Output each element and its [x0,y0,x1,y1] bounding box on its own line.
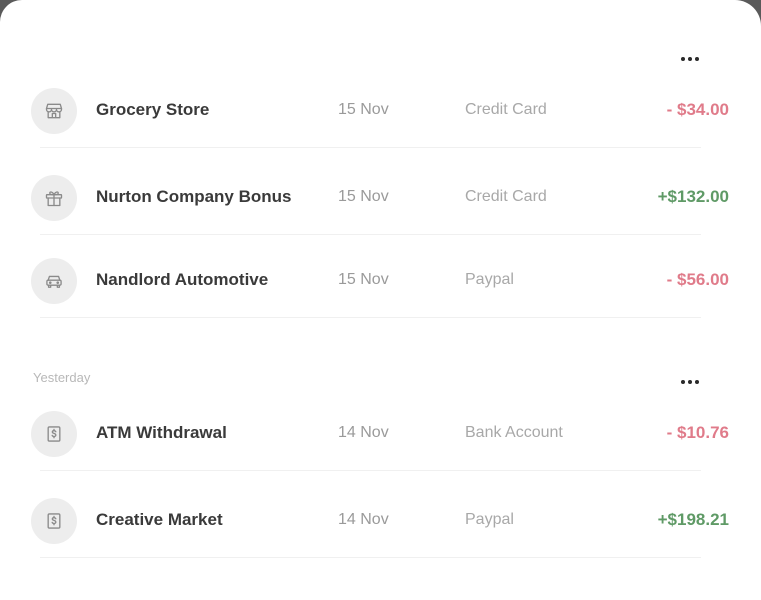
section-label-yesterday: Yesterday [33,370,91,385]
transaction-date: 15 Nov [338,101,389,118]
gift-icon [31,175,77,221]
group-today-more-menu[interactable] [679,53,701,65]
transactions-card: Grocery Store 15 Nov Credit Card - $34.0… [0,0,761,600]
more-dot-icon [688,57,692,61]
transaction-date: 15 Nov [338,271,389,288]
row-divider [40,234,701,235]
transaction-amount: - $10.76 [666,423,729,442]
more-dot-icon [695,380,699,384]
dollar-bill-icon [31,498,77,544]
transaction-name: Nurton Company Bonus [96,187,292,206]
group-yesterday-more-menu[interactable] [679,376,701,388]
more-dot-icon [681,380,685,384]
more-dot-icon [688,380,692,384]
transaction-date: 15 Nov [338,188,389,205]
transaction-date: 14 Nov [338,511,389,528]
transaction-amount: +$132.00 [657,187,729,206]
transaction-row-grocery-store[interactable]: Grocery Store 15 Nov Credit Card - $34.0… [0,81,761,141]
row-divider [40,470,701,471]
transaction-row-creative-market[interactable]: Creative Market 14 Nov Paypal +$198.21 [0,491,761,551]
transaction-name: Creative Market [96,510,223,529]
transaction-amount: - $34.00 [666,100,729,119]
transaction-method: Bank Account [465,424,563,441]
store-icon [31,88,77,134]
transaction-method: Credit Card [465,101,547,118]
more-dot-icon [681,57,685,61]
transaction-amount: +$198.21 [657,510,729,529]
transaction-name: Nandlord Automotive [96,270,269,289]
transaction-method: Paypal [465,271,514,288]
transaction-method: Credit Card [465,188,547,205]
car-icon [31,258,77,304]
transaction-row-atm-withdrawal[interactable]: ATM Withdrawal 14 Nov Bank Account - $10… [0,404,761,464]
transaction-method: Paypal [465,511,514,528]
transaction-date: 14 Nov [338,424,389,441]
row-divider [40,317,701,318]
more-dot-icon [695,57,699,61]
row-divider [40,147,701,148]
dollar-bill-icon [31,411,77,457]
transaction-amount: - $56.00 [666,270,729,289]
transaction-name: ATM Withdrawal [96,423,227,442]
transaction-row-nandlord-automotive[interactable]: Nandlord Automotive 15 Nov Paypal - $56.… [0,251,761,311]
row-divider [40,557,701,558]
transaction-row-nurton-company-bonus[interactable]: Nurton Company Bonus 15 Nov Credit Card … [0,168,761,228]
transaction-name: Grocery Store [96,100,210,119]
